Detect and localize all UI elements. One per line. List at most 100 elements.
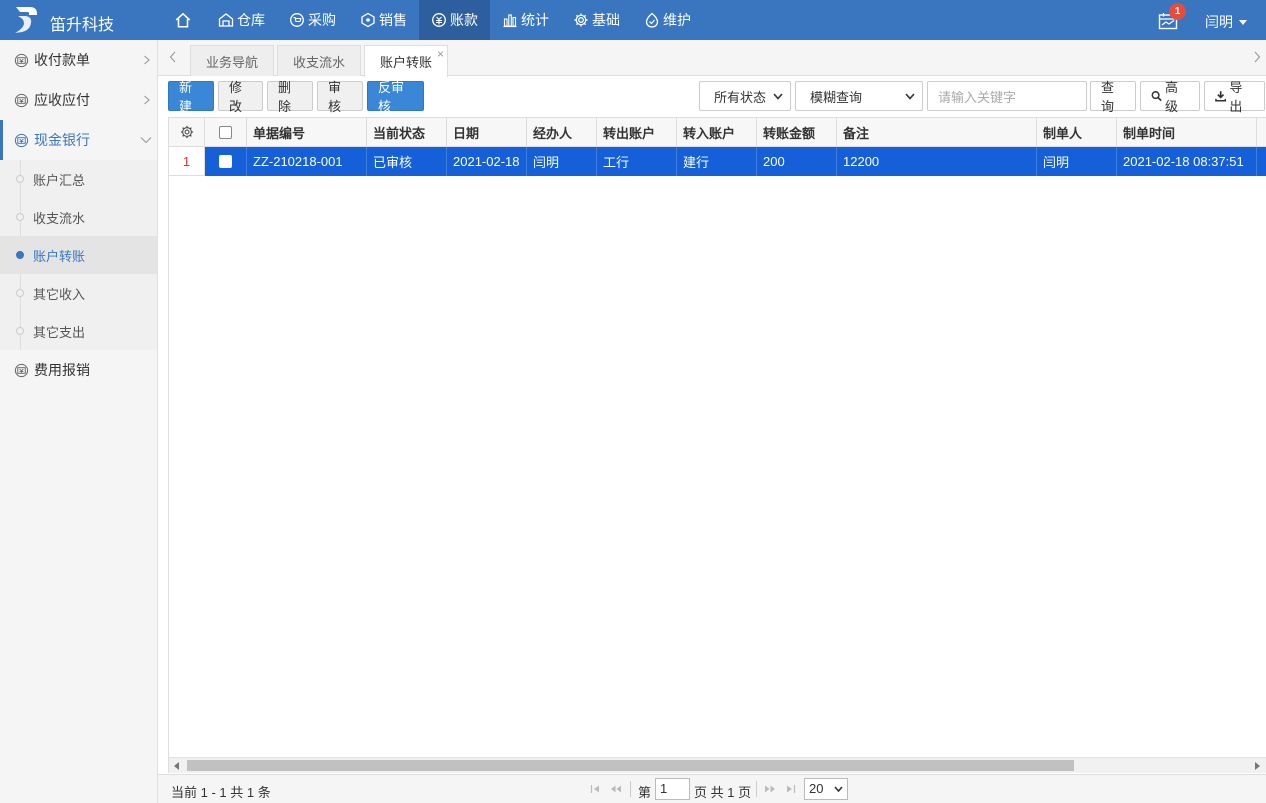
tab-bar: 业务导航 收支流水 账户转账 × xyxy=(158,40,1266,77)
sidebar-item-cash-bank[interactable]: 现金银行 xyxy=(0,120,157,160)
tab-label: 业务导航 xyxy=(206,54,259,70)
warehouse-icon xyxy=(218,13,234,27)
column-header[interactable]: 转账金额 xyxy=(757,118,837,146)
sidebar-item-expense-reimbursement[interactable]: 费用报销 xyxy=(0,350,157,390)
nav-accounts[interactable]: 账款 xyxy=(419,0,490,40)
nav-label: 账款 xyxy=(450,12,478,28)
status-select[interactable]: 所有状态 xyxy=(699,81,791,111)
tab-business-nav[interactable]: 业务导航 xyxy=(190,45,275,76)
nav-sales[interactable]: 销售 xyxy=(348,0,419,40)
toolbar: 新建 修改 删除 审核 反审核 所有状态 模糊查询 请输入关键字 查询 高级 导… xyxy=(158,76,1266,116)
row-checkbox[interactable] xyxy=(219,155,232,168)
table-row[interactable]: 1 ZZ-210218-001 已审核 2021-02-18 闫明 工行 建行 … xyxy=(169,147,1266,176)
sidebar-item-other-income[interactable]: 其它收入 xyxy=(0,274,157,312)
cell-date: 2021-02-18 xyxy=(447,147,527,176)
column-header[interactable]: 制单时间 xyxy=(1117,118,1257,146)
unaudit-button[interactable]: 反审核 xyxy=(367,80,424,114)
cart-icon xyxy=(290,13,304,27)
delete-button[interactable]: 删除 xyxy=(267,80,313,114)
tab-account-transfer[interactable]: 账户转账 × xyxy=(364,45,449,77)
column-header[interactable]: 备注 xyxy=(837,118,1037,146)
advanced-search-button[interactable]: 高级 xyxy=(1140,80,1200,114)
tab-scroll-left-icon[interactable] xyxy=(168,50,178,64)
row-number: 1 xyxy=(169,147,205,176)
export-button[interactable]: 导出 xyxy=(1204,80,1265,114)
nav-label: 维护 xyxy=(663,12,691,28)
scroll-left-arrow-icon[interactable] xyxy=(174,762,179,770)
chevron-down-icon xyxy=(905,93,915,100)
main-nav: 仓库 采购 销售 账款 统计 基础 维护 xyxy=(160,0,703,40)
pager-separator xyxy=(756,781,757,797)
select-all-checkbox[interactable] xyxy=(219,125,232,139)
sidebar-item-label: 现金银行 xyxy=(34,132,90,148)
gear-icon xyxy=(574,13,588,27)
column-header[interactable]: 日期 xyxy=(447,118,527,146)
sidebar-item-label: 账户汇总 xyxy=(33,172,86,188)
sidebar-item-label: 账户转账 xyxy=(33,248,86,264)
first-page-icon[interactable] xyxy=(590,784,602,794)
column-header[interactable]: 当前状态 xyxy=(367,118,447,146)
select-all-cell xyxy=(205,118,247,146)
pager: 当前 1 - 1 共 1 条 第 1 页 共 1 页 20 xyxy=(158,774,1266,803)
horizontal-scrollbar[interactable] xyxy=(169,757,1266,773)
cell-status: 已审核 xyxy=(367,147,447,176)
chevron-down-icon xyxy=(140,137,152,144)
last-page-icon[interactable] xyxy=(784,784,796,794)
brand-logo-icon xyxy=(15,7,37,33)
nav-basic[interactable]: 基础 xyxy=(561,0,632,40)
brand-name: 笛升科技 xyxy=(50,17,115,34)
nav-statistics[interactable]: 统计 xyxy=(490,0,561,40)
edit-button[interactable]: 修改 xyxy=(218,80,263,114)
table-header-row: 单据编号 当前状态 日期 经办人 转出账户 转入账户 转账金额 备注 制单人 制… xyxy=(169,118,1266,147)
column-header[interactable]: 经办人 xyxy=(527,118,597,146)
sidebar-item-receivables-payables[interactable]: 应收应付 xyxy=(0,80,157,120)
page-number-input[interactable]: 1 xyxy=(655,778,690,800)
sidebar: 收付款单 应收应付 现金银行 账户汇总 收支流水 账户转账 其它收入 其它支出 … xyxy=(0,40,158,803)
tab-income-expense-flow[interactable]: 收支流水 xyxy=(277,45,362,76)
sidebar-item-account-summary[interactable]: 账户汇总 xyxy=(0,160,157,198)
sidebar-submenu: 账户汇总 收支流水 账户转账 其它收入 其它支出 xyxy=(0,160,157,350)
nav-label: 仓库 xyxy=(237,12,265,28)
new-button[interactable]: 新建 xyxy=(168,80,214,114)
column-header[interactable]: 单据编号 xyxy=(247,118,367,146)
sidebar-item-account-transfer[interactable]: 账户转账 xyxy=(0,236,157,274)
keyword-search-input[interactable]: 请输入关键字 xyxy=(927,81,1087,111)
top-header: 笛升科技 仓库 采购 销售 账款 统计 基础 维护 1 闫明 xyxy=(0,0,1266,40)
notification-badge: 1 xyxy=(1169,3,1186,20)
chevron-down-icon xyxy=(773,93,783,100)
scroll-right-arrow-icon[interactable] xyxy=(1255,762,1260,770)
coin-icon xyxy=(14,363,29,377)
column-header[interactable]: 制单人 xyxy=(1037,118,1117,146)
column-header[interactable]: 转入账户 xyxy=(677,118,757,146)
nav-purchase[interactable]: 采购 xyxy=(277,0,348,40)
pager-info: 当前 1 - 1 共 1 条 xyxy=(171,785,271,800)
cell-handler: 闫明 xyxy=(527,147,597,176)
nav-warehouse[interactable]: 仓库 xyxy=(206,0,277,40)
cell-created-time: 2021-02-18 08:37:51 xyxy=(1117,147,1257,176)
row-filler xyxy=(1257,147,1266,176)
page-size-select[interactable]: 20 xyxy=(804,778,848,800)
user-menu[interactable]: 闫明 xyxy=(1205,12,1247,32)
next-page-icon[interactable] xyxy=(764,784,776,794)
column-header[interactable]: 转出账户 xyxy=(597,118,677,146)
close-icon[interactable]: × xyxy=(437,47,444,61)
nav-maintenance[interactable]: 维护 xyxy=(632,0,703,40)
chevron-right-icon xyxy=(144,55,150,65)
sidebar-item-income-expense-flow[interactable]: 收支流水 xyxy=(0,198,157,236)
tab-scroll-right-icon[interactable] xyxy=(1252,50,1262,64)
audit-button[interactable]: 审核 xyxy=(317,80,363,114)
scrollbar-thumb[interactable] xyxy=(187,760,1074,771)
prev-page-icon[interactable] xyxy=(610,784,622,794)
nav-home[interactable] xyxy=(160,0,206,40)
page-size-value: 20 xyxy=(809,781,824,796)
query-button[interactable]: 查询 xyxy=(1090,80,1136,114)
sidebar-item-receipts-payments[interactable]: 收付款单 xyxy=(0,40,157,80)
sidebar-item-label: 应收应付 xyxy=(34,92,90,108)
nav-label: 销售 xyxy=(379,12,407,28)
column-settings[interactable] xyxy=(169,118,205,146)
query-mode-select[interactable]: 模糊查询 xyxy=(795,81,923,111)
page-prefix: 第 xyxy=(638,785,652,800)
tag-icon xyxy=(361,12,375,28)
sidebar-item-other-expense[interactable]: 其它支出 xyxy=(0,312,157,350)
sidebar-item-label: 其它收入 xyxy=(33,286,86,302)
